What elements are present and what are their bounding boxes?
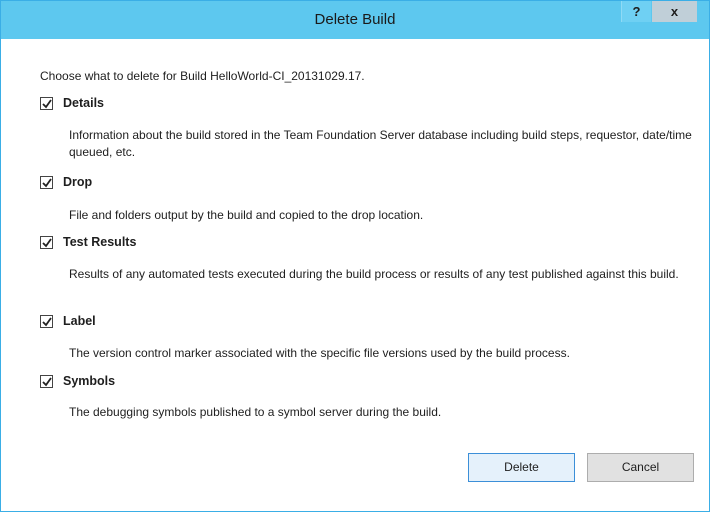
checkmark-icon — [42, 238, 52, 248]
dialog-content: Choose what to delete for Build HelloWor… — [1, 39, 709, 511]
option-description: Results of any automated tests executed … — [69, 267, 679, 281]
title-bar[interactable]: Delete Build ? x — [1, 1, 709, 39]
option-description: File and folders output by the build and… — [69, 208, 424, 222]
help-button[interactable]: ? — [621, 1, 651, 22]
checkbox-symbols[interactable] — [40, 375, 53, 388]
option-description: The debugging symbols published to a sym… — [69, 405, 442, 419]
checkmark-icon — [42, 317, 52, 327]
checkbox-details[interactable] — [40, 97, 53, 110]
checkbox-label[interactable] — [40, 315, 53, 328]
option-label[interactable]: Details — [63, 96, 104, 110]
intro-text: Choose what to delete for Build HelloWor… — [40, 69, 365, 83]
close-button[interactable]: x — [652, 1, 697, 22]
checkmark-icon — [42, 377, 52, 387]
option-description: Information about the build stored in th… — [69, 128, 692, 159]
option-description: The version control marker associated wi… — [69, 346, 570, 360]
option-label[interactable]: Label — [63, 314, 96, 328]
delete-button[interactable]: Delete — [468, 453, 575, 482]
option-label[interactable]: Test Results — [63, 235, 136, 249]
checkbox-drop[interactable] — [40, 176, 53, 189]
cancel-button[interactable]: Cancel — [587, 453, 694, 482]
delete-build-dialog: Delete Build ? x Choose what to delete f… — [0, 0, 710, 512]
help-icon: ? — [632, 4, 641, 19]
close-icon: x — [670, 4, 679, 19]
checkbox-test-results[interactable] — [40, 236, 53, 249]
checkmark-icon — [42, 178, 52, 188]
checkmark-icon — [42, 99, 52, 109]
option-label[interactable]: Drop — [63, 175, 92, 189]
window-title: Delete Build — [314, 11, 396, 28]
option-label[interactable]: Symbols — [63, 374, 115, 388]
